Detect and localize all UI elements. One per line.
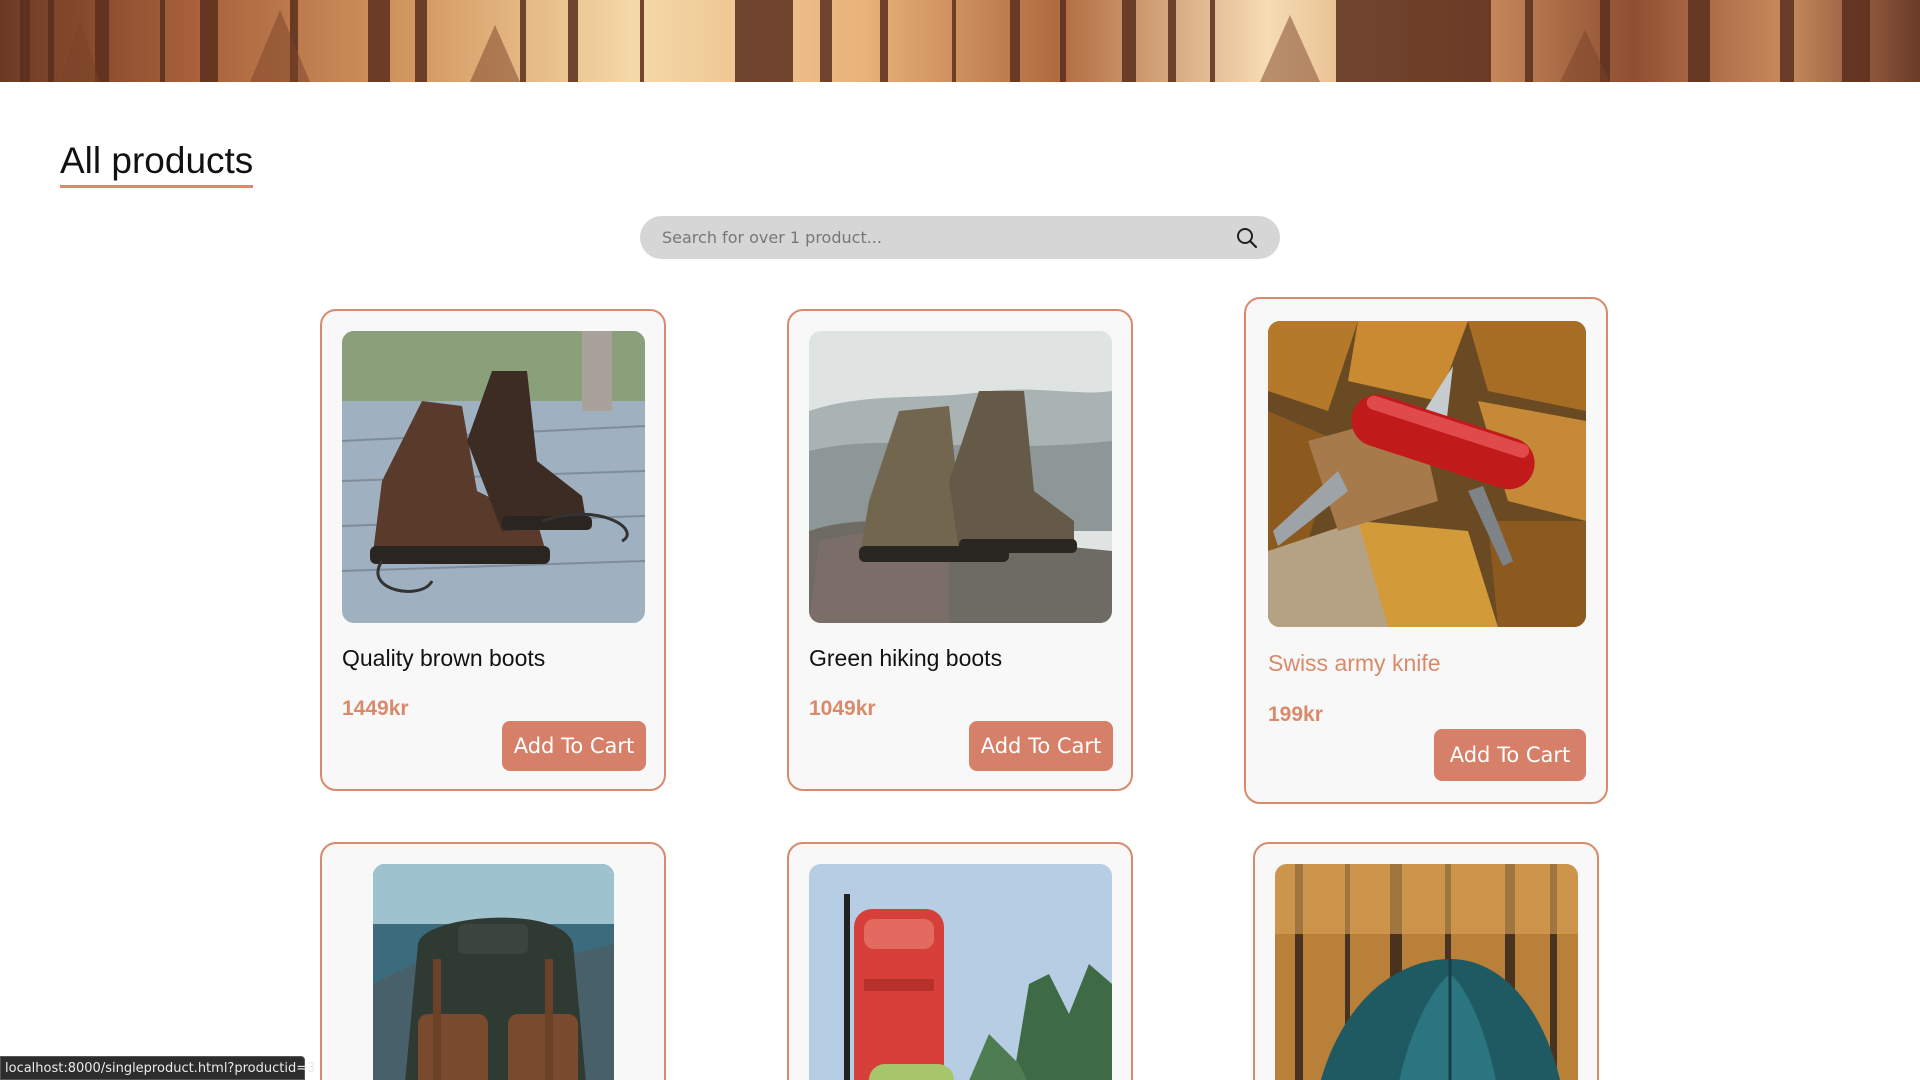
product-price: 1449kr: [342, 697, 409, 720]
product-image[interactable]: [809, 864, 1112, 1080]
product-name[interactable]: Swiss army knife: [1268, 650, 1441, 677]
search-bar: [640, 216, 1280, 259]
product-card[interactable]: [1253, 842, 1599, 1080]
add-to-cart-button[interactable]: Add To Cart: [502, 721, 646, 771]
product-image[interactable]: [1268, 321, 1586, 627]
status-bar-url: localhost:8000/singleproduct.html?produc…: [0, 1056, 315, 1080]
search-input[interactable]: [640, 216, 1230, 259]
forest-banner: [0, 0, 1920, 82]
search-icon[interactable]: [1230, 221, 1264, 255]
product-name[interactable]: Green hiking boots: [809, 645, 1002, 672]
product-image[interactable]: [342, 331, 645, 623]
product-image[interactable]: [809, 331, 1112, 623]
add-to-cart-button[interactable]: Add To Cart: [969, 721, 1113, 771]
product-card[interactable]: [320, 842, 666, 1080]
product-image[interactable]: [1275, 864, 1578, 1080]
product-name[interactable]: Quality brown boots: [342, 645, 545, 672]
product-card[interactable]: Swiss army knife 199kr Add To Cart: [1244, 297, 1608, 804]
product-card[interactable]: Green hiking boots 1049kr Add To Cart: [787, 309, 1133, 791]
product-price: 199kr: [1268, 703, 1323, 726]
product-image[interactable]: [373, 864, 614, 1080]
forest-banner-image: [20, 0, 1870, 82]
page: All products Search for over 1 product..…: [0, 0, 1920, 1080]
product-price: 1049kr: [809, 697, 876, 720]
page-title: All products: [60, 142, 254, 188]
add-to-cart-button[interactable]: Add To Cart: [1434, 729, 1586, 781]
product-card[interactable]: Quality brown boots 1449kr Add To Cart: [320, 309, 666, 791]
product-card[interactable]: [787, 842, 1133, 1080]
